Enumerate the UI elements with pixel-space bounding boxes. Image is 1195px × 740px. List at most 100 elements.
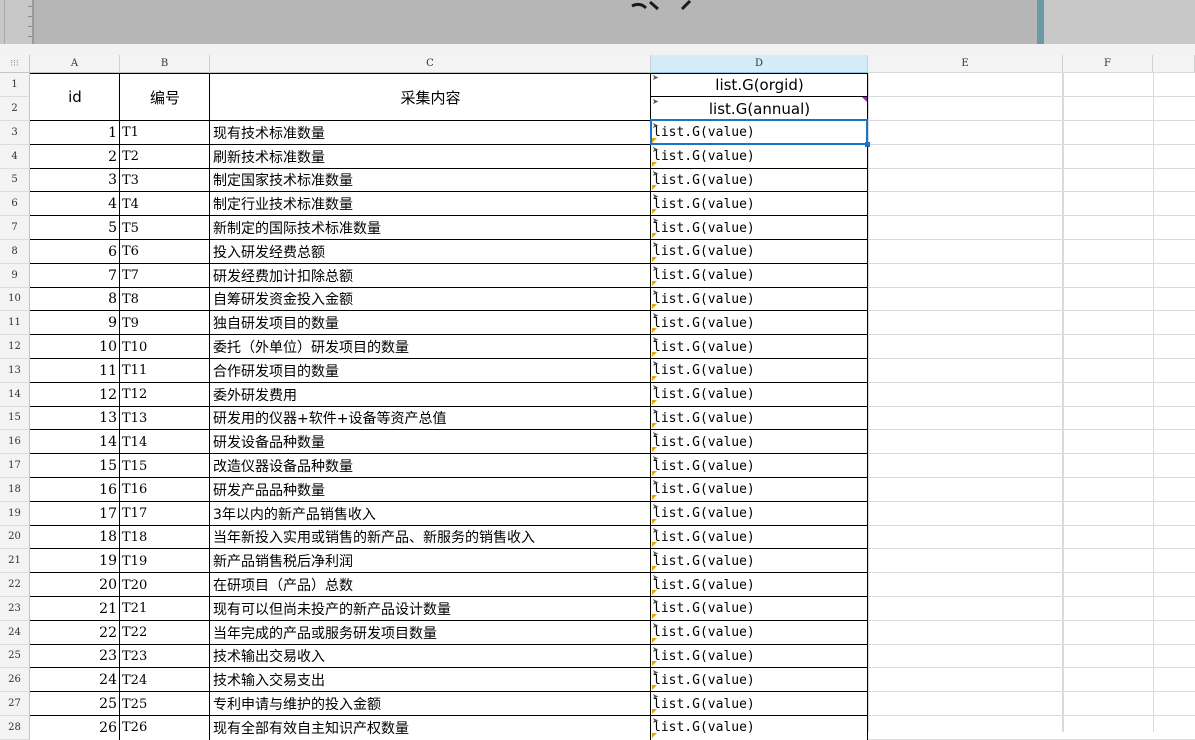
cell-id[interactable]: 8 <box>30 288 119 312</box>
cell-id[interactable]: 2 <box>30 145 119 169</box>
row-header-16[interactable]: 16 <box>0 430 30 455</box>
scrollbar-strip[interactable] <box>1037 0 1044 44</box>
cell-value[interactable]: list.G(value) <box>651 692 867 716</box>
cell-value[interactable]: list.G(value) <box>651 311 867 335</box>
row-header-18[interactable]: 18 <box>0 478 30 502</box>
row-header-8[interactable]: 8 <box>0 240 30 264</box>
cell-content[interactable]: 当年新投入实用或销售的新产品、新服务的销售收入 <box>210 526 650 550</box>
cell-content[interactable]: 改造仪器设备品种数量 <box>210 454 650 478</box>
cell-code[interactable]: T24 <box>120 668 209 692</box>
cell-code[interactable]: T14 <box>120 430 209 454</box>
row-header-28[interactable]: 28 <box>0 716 30 740</box>
cell-content[interactable]: 刷新技术标准数量 <box>210 145 650 169</box>
cell-id[interactable]: 17 <box>30 502 119 526</box>
cell-content[interactable]: 技术输出交易收入 <box>210 645 650 669</box>
row-header-21[interactable]: 21 <box>0 549 30 574</box>
cell-content[interactable]: 当年完成的产品或服务研发项目数量 <box>210 621 650 645</box>
cell-id[interactable]: 24 <box>30 668 119 692</box>
row-header-26[interactable]: 26 <box>0 668 30 693</box>
cell-id[interactable]: 15 <box>30 454 119 478</box>
cell-content[interactable]: 制定行业技术标准数量 <box>210 192 650 216</box>
cell-id[interactable]: 13 <box>30 407 119 431</box>
cell-code[interactable]: T3 <box>120 169 209 193</box>
cell-value[interactable]: list.G(value) <box>651 288 867 312</box>
cell-id[interactable]: 12 <box>30 383 119 407</box>
cell-content[interactable]: 投入研发经费总额 <box>210 240 650 264</box>
cell-value[interactable]: list.G(value) <box>651 145 867 169</box>
row-header-10[interactable]: 10 <box>0 287 30 312</box>
cell-code[interactable]: T1 <box>120 121 209 145</box>
active-cell-selection[interactable] <box>650 119 868 145</box>
cell-content[interactable]: 委外研发费用 <box>210 383 650 407</box>
cell-id[interactable]: 4 <box>30 192 119 216</box>
cell-code[interactable]: T26 <box>120 716 209 740</box>
select-all-corner[interactable]: ⁝⁝⁝ <box>0 55 30 73</box>
column-header-f[interactable]: F <box>1063 55 1153 73</box>
row-header-12[interactable]: 12 <box>0 335 30 359</box>
cell-code[interactable]: T23 <box>120 645 209 669</box>
cell-content[interactable]: 研发产品品种数量 <box>210 478 650 502</box>
row-header-1[interactable]: 1 <box>0 73 30 97</box>
row-header-3[interactable]: 3 <box>0 121 30 145</box>
row-header-9[interactable]: 9 <box>0 263 30 288</box>
cell-content[interactable]: 委托（外单位）研发项目的数量 <box>210 335 650 359</box>
cell-id[interactable]: 5 <box>30 216 119 240</box>
cell-value[interactable]: list.G(value) <box>651 407 867 431</box>
cell-code[interactable]: T25 <box>120 692 209 716</box>
cell-id[interactable]: 6 <box>30 240 119 264</box>
row-header-27[interactable]: 27 <box>0 692 30 716</box>
cell-id[interactable]: 25 <box>30 692 119 716</box>
cell-code[interactable]: T19 <box>120 549 209 573</box>
cell-value[interactable]: list.G(value) <box>651 573 867 597</box>
row-header-5[interactable]: 5 <box>0 168 30 193</box>
cell-id[interactable]: 26 <box>30 716 119 740</box>
cell-id[interactable]: 3 <box>30 169 119 193</box>
cell-id[interactable]: 11 <box>30 359 119 383</box>
cell-value[interactable]: list.G(value) <box>651 645 867 669</box>
cell-id[interactable]: 9 <box>30 311 119 335</box>
column-header-c[interactable]: C <box>210 55 651 73</box>
cell-value[interactable]: list.G(value) <box>651 502 867 526</box>
cell-id[interactable]: 22 <box>30 621 119 645</box>
cell-code[interactable]: T17 <box>120 502 209 526</box>
cell-content[interactable]: 研发设备品种数量 <box>210 430 650 454</box>
cell-code[interactable]: T18 <box>120 526 209 550</box>
row-header-14[interactable]: 14 <box>0 382 30 407</box>
cell-id[interactable]: 18 <box>30 526 119 550</box>
cell-content[interactable]: 技术输入交易支出 <box>210 668 650 692</box>
row-header-23[interactable]: 23 <box>0 597 30 621</box>
cell-id[interactable]: 20 <box>30 573 119 597</box>
cell-code[interactable]: T8 <box>120 288 209 312</box>
cell-value[interactable]: list.G(value) <box>651 668 867 692</box>
cell-value[interactable]: list.G(value) <box>651 359 867 383</box>
header-content[interactable]: 采集内容 <box>210 73 651 121</box>
row-header-6[interactable]: 6 <box>0 192 30 217</box>
cell-value[interactable]: list.G(value) <box>651 216 867 240</box>
cell-value[interactable]: list.G(value) <box>651 335 867 359</box>
row-header-11[interactable]: 11 <box>0 311 30 336</box>
row-header-15[interactable]: 15 <box>0 406 30 431</box>
row-header-13[interactable]: 13 <box>0 359 30 383</box>
cell-content[interactable]: 研发用的仪器+软件+设备等资产总值 <box>210 407 650 431</box>
cell-value[interactable]: list.G(value) <box>651 621 867 645</box>
cell-code[interactable]: T12 <box>120 383 209 407</box>
cell-value[interactable]: list.G(value) <box>651 454 867 478</box>
cell-value[interactable]: list.G(value) <box>651 430 867 454</box>
header-d-row1[interactable]: list.G(orgid) <box>651 73 868 97</box>
column-header-a[interactable]: A <box>30 55 120 73</box>
cell-code[interactable]: T11 <box>120 359 209 383</box>
row-header-24[interactable]: 24 <box>0 620 30 645</box>
header-d-row2[interactable]: list.G(annual) <box>651 97 868 121</box>
cell-id[interactable]: 1 <box>30 121 119 145</box>
row-header-19[interactable]: 19 <box>0 501 30 526</box>
cell-code[interactable]: T6 <box>120 240 209 264</box>
cell-id[interactable]: 21 <box>30 597 119 621</box>
cell-code[interactable]: T10 <box>120 335 209 359</box>
cell-content[interactable]: 新产品销售税后净利润 <box>210 549 650 573</box>
cell-code[interactable]: T7 <box>120 264 209 288</box>
cell-content[interactable]: 专利申请与维护的投入金额 <box>210 692 650 716</box>
cell-code[interactable]: T4 <box>120 192 209 216</box>
cell-code[interactable]: T16 <box>120 478 209 502</box>
cell-content[interactable]: 独自研发项目的数量 <box>210 311 650 335</box>
cell-value[interactable]: list.G(value) <box>651 549 867 573</box>
